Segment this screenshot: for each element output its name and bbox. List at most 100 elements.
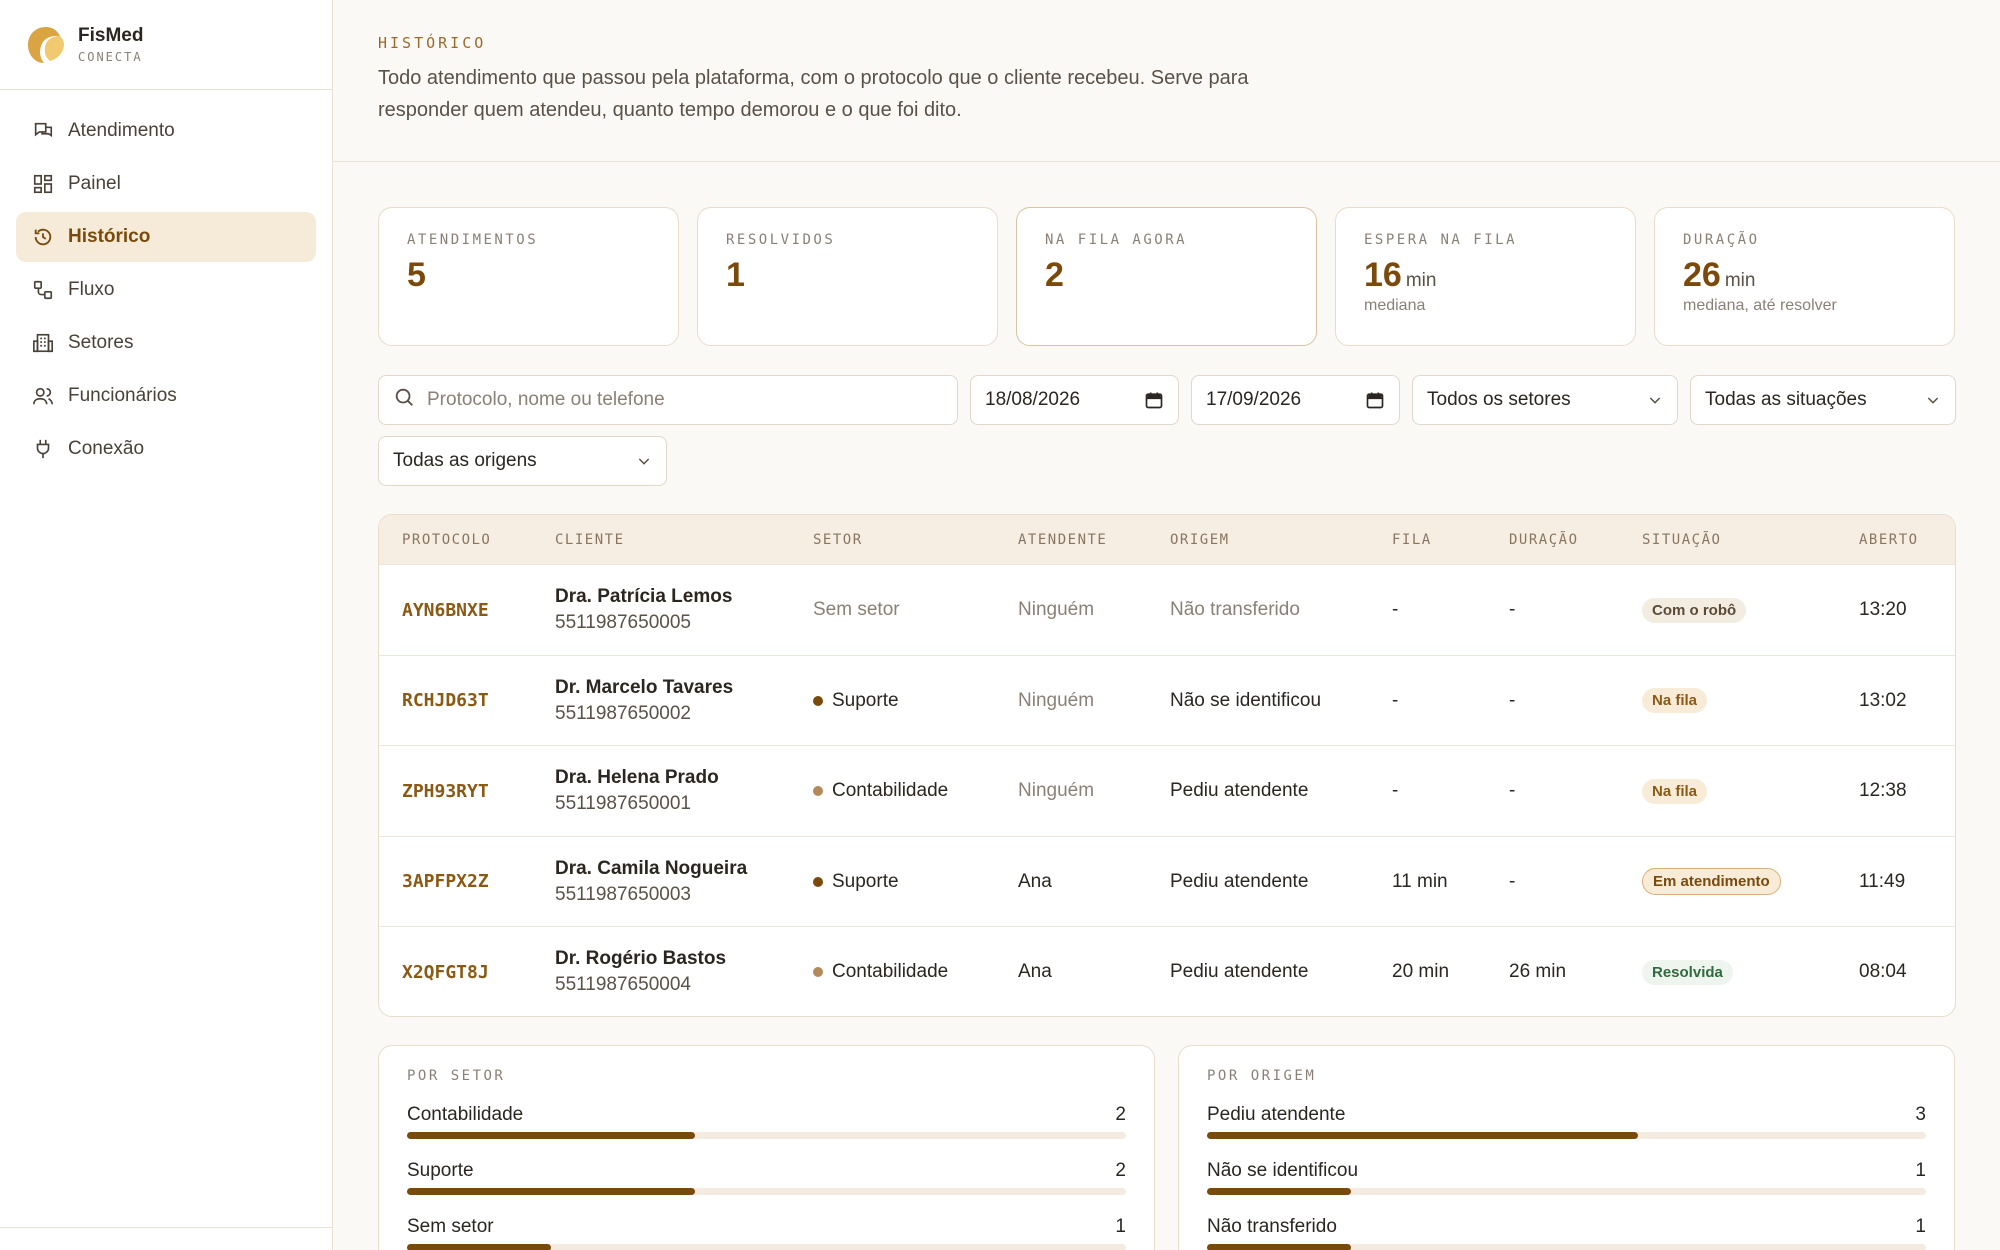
status-badge: Em atendimento <box>1642 868 1781 895</box>
stat-count: 1 <box>1915 1216 1926 1237</box>
duration-cell: 26 min <box>1509 961 1567 982</box>
sidebar-item-setores[interactable]: Setores <box>16 318 316 368</box>
table-row[interactable]: AYN6BNXE Dra. Patrícia Lemos 5511987650005… <box>379 565 1955 656</box>
column-header[interactable]: CLIENTE <box>555 532 625 548</box>
stat-name: Não se identificou <box>1207 1160 1359 1181</box>
date-from-input[interactable]: 18/08/2026 <box>970 375 1179 425</box>
sector-select-value: Todos os setores <box>1427 389 1571 410</box>
stat-bar-track <box>407 1244 1126 1250</box>
origin-select[interactable]: Todas as origens <box>378 436 667 486</box>
status-badge: Na fila <box>1642 688 1708 713</box>
client-phone: 5511987650005 <box>555 612 691 633</box>
table-row[interactable]: RCHJD63T Dr. Marcelo Tavares 5511987650002… <box>379 656 1955 746</box>
origin-cell: Não se identificou <box>1170 689 1322 711</box>
agent-cell: Ana <box>1018 870 1052 892</box>
table-header: PROTOCOLO CLIENTE SETOR ATENDENTE ORIGEM… <box>379 515 1955 565</box>
brand-name: FisMed <box>78 25 144 46</box>
sector-cell: Sem setor <box>813 565 900 655</box>
sidebar-item-label: Painel <box>68 173 121 194</box>
stat-row: Não se identificou 1 <box>1207 1152 1926 1208</box>
chevron-down-icon <box>636 453 652 469</box>
stat-bar-fill <box>1207 1244 1351 1250</box>
fismed-logo-icon <box>26 25 66 65</box>
queue-cell: - <box>1392 689 1399 711</box>
sector-cell: Suporte <box>813 837 899 927</box>
stat-bar-fill <box>1207 1132 1639 1139</box>
protocol-cell[interactable]: RCHJD63T <box>402 656 489 746</box>
stat-name: Pediu atendente <box>1207 1104 1346 1125</box>
chevron-down-icon <box>1647 392 1663 408</box>
sidebar-item-painel[interactable]: Painel <box>16 159 316 209</box>
sidebar-item-label: Funcionários <box>68 385 177 406</box>
column-header[interactable]: ORIGEM <box>1170 532 1230 548</box>
client-phone: 5511987650003 <box>555 883 691 905</box>
protocol-cell[interactable]: ZPH93RYT <box>402 746 489 836</box>
column-header[interactable]: DURAÇÃO <box>1509 532 1579 548</box>
column-header[interactable]: SITUAÇÃO <box>1642 532 1721 548</box>
table-body: AYN6BNXE Dra. Patrícia Lemos 5511987650005… <box>379 565 1955 1016</box>
sidebar-item-atendimento[interactable]: Atendimento <box>16 106 316 156</box>
sector-select[interactable]: Todos os setores <box>1412 375 1678 425</box>
sector-name: Contabilidade <box>832 961 949 982</box>
column-header[interactable]: ABERTO <box>1859 532 1919 548</box>
origin-cell: Pediu atendente <box>1170 961 1309 982</box>
status-select[interactable]: Todas as situações <box>1690 375 1956 425</box>
sidebar-item-funcionarios[interactable]: Funcionários <box>16 371 316 421</box>
column-header[interactable]: PROTOCOLO <box>402 532 491 548</box>
protocol-cell[interactable]: X2QFGT8J <box>402 927 489 1016</box>
stat-bar-track <box>1207 1188 1926 1195</box>
stat-bar-track <box>1207 1132 1926 1139</box>
client-phone: 5511987650001 <box>555 793 691 814</box>
search-input[interactable]: Protocolo, nome ou telefone <box>378 375 958 425</box>
table-row[interactable]: X2QFGT8J Dr. Rogério Bastos 5511987650004 C… <box>379 927 1955 1016</box>
card-unit: min <box>1724 270 1756 291</box>
stat-row: Não transferido 1 <box>1207 1208 1926 1250</box>
table-row[interactable]: ZPH93RYT Dra. Helena Prado 5511987650001 Co… <box>379 746 1955 837</box>
column-header[interactable]: SETOR <box>813 532 863 548</box>
queue-cell: 20 min <box>1392 961 1450 982</box>
sidebar-nav: Atendimento Painel Histórico Fluxo Setor… <box>0 90 332 474</box>
status-cell: Com o robô <box>1642 565 1747 655</box>
card-value: 2 <box>1045 256 1064 294</box>
stat-name: Contabilidade <box>407 1104 524 1125</box>
users-icon <box>32 385 54 407</box>
stat-row: Sem setor 1 <box>407 1208 1126 1250</box>
sidebar-item-historico[interactable]: Histórico <box>16 212 316 262</box>
calendar-icon[interactable] <box>1144 390 1164 410</box>
sidebar-item-conexao[interactable]: Conexão <box>16 424 316 474</box>
sidebar-item-label: Conexão <box>68 438 145 459</box>
status-cell: Na fila <box>1642 746 1708 836</box>
brand[interactable]: FisMed CONECTA <box>0 0 332 90</box>
stat-count: 1 <box>1115 1216 1126 1237</box>
duration-cell: - <box>1509 599 1516 620</box>
column-header[interactable]: FILA <box>1392 532 1432 548</box>
date-from-value: 18/08/2026 <box>985 389 1081 410</box>
client-phone: 5511987650004 <box>555 974 691 995</box>
chevron-down-icon <box>1925 392 1941 408</box>
chat-icon <box>32 120 54 142</box>
date-to-input[interactable]: 17/09/2026 <box>1191 375 1400 425</box>
client-cell: Dra. Camila Nogueira 5511987650003 <box>555 837 747 927</box>
client-name: Dra. Camila Nogueira <box>555 857 748 879</box>
status-select-value: Todas as situações <box>1705 389 1867 410</box>
column-header[interactable]: ATENDENTE <box>1018 532 1107 548</box>
client-cell: Dr. Rogério Bastos 5511987650004 <box>555 927 726 1016</box>
card-value: 5 <box>407 256 426 294</box>
protocol-cell[interactable]: AYN6BNXE <box>402 565 489 655</box>
card-label: DURAÇÃO <box>1683 232 1760 248</box>
sidebar-item-fluxo[interactable]: Fluxo <box>16 265 316 315</box>
card-label: ATENDIMENTOS <box>407 232 539 248</box>
page-header: HISTÓRICO Todo atendimento que passou pe… <box>333 0 2000 162</box>
origin-select-value: Todas as origens <box>393 450 537 471</box>
stat-count: 1 <box>1915 1160 1926 1181</box>
stat-count: 2 <box>1115 1104 1126 1125</box>
sidebar-item-label: Fluxo <box>68 279 115 300</box>
plug-icon <box>32 438 54 460</box>
calendar-icon[interactable] <box>1365 390 1385 410</box>
protocol-cell[interactable]: 3APFPX2Z <box>402 837 489 927</box>
sidebar-footer-divider <box>0 1227 333 1228</box>
table-row[interactable]: 3APFPX2Z Dra. Camila Nogueira 551198765000… <box>379 837 1955 927</box>
brand-subtitle: CONECTA <box>78 50 143 64</box>
search-icon <box>393 386 415 414</box>
duration-cell: - <box>1509 780 1516 801</box>
